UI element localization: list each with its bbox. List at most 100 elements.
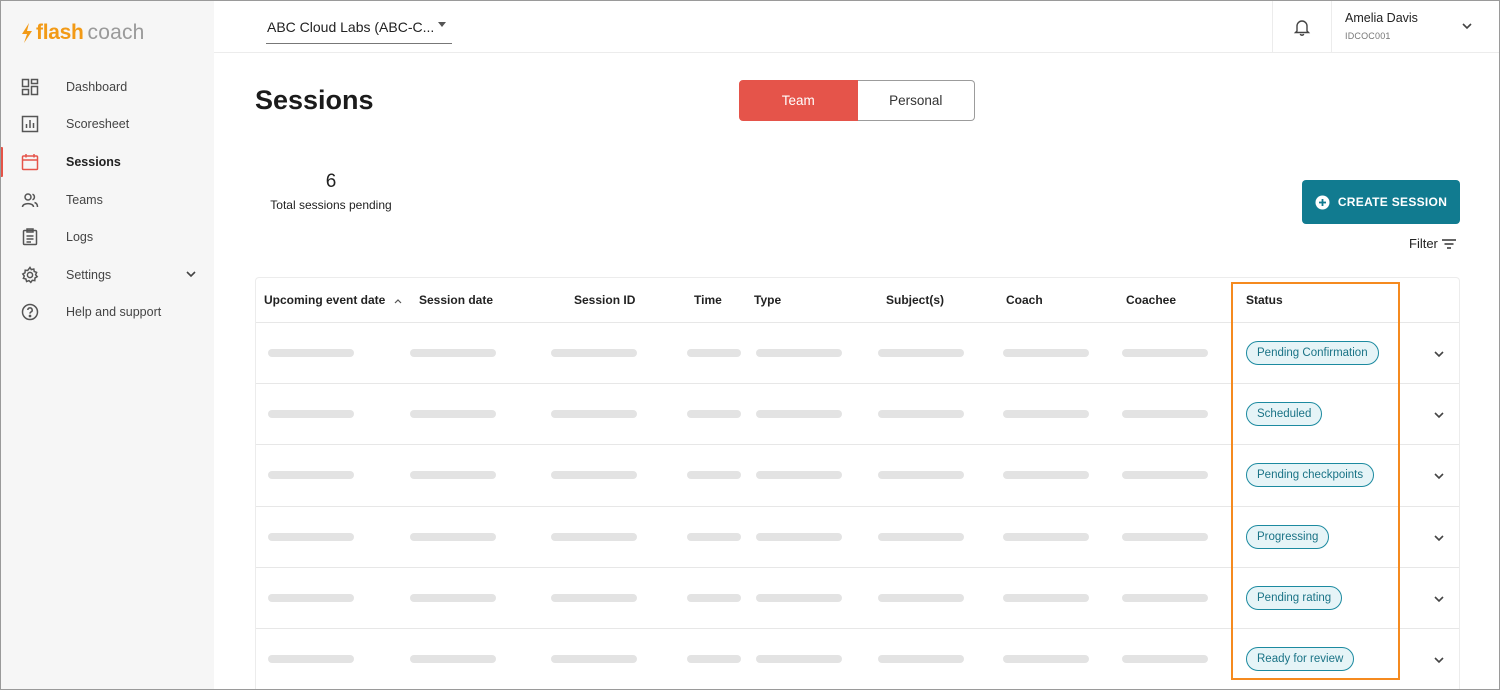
skeleton-placeholder [756,655,842,663]
logo: flash coach [20,20,145,46]
col-subjects[interactable]: Subject(s) [886,293,944,307]
skeleton-placeholder [878,593,964,602]
skeleton-placeholder [878,349,964,357]
create-session-label: CREATE SESSION [1337,195,1448,209]
tab-personal[interactable]: Personal [857,80,975,121]
filter-icon [1441,238,1456,249]
skeleton-placeholder [268,532,354,541]
bell-icon [1293,19,1311,36]
expand-row-chevron-icon[interactable] [1432,531,1446,545]
skeleton-placeholder [687,655,741,663]
skeleton-placeholder [687,593,741,602]
skeleton-placeholder [268,593,354,602]
sidebar-item-teams[interactable]: Teams [0,181,214,219]
skeleton-placeholder [410,532,496,541]
sidebar-item-label: Help and support [66,305,162,320]
chevron-down-icon[interactable] [184,267,198,281]
create-session-button[interactable]: CREATE SESSION [1302,180,1460,224]
sidebar-item-logs[interactable]: Logs [0,218,214,256]
help-icon [20,302,40,322]
user-info[interactable]: Amelia Davis IDCOC001 [1345,11,1455,41]
skeleton-placeholder [410,349,496,357]
col-coach[interactable]: Coach [1006,293,1043,307]
skeleton-placeholder [1122,410,1208,419]
skeleton-placeholder [1003,410,1089,419]
org-select-value: ABC Cloud Labs (ABC-C... [267,19,435,35]
sidebar-item-label: Teams [66,192,103,207]
skeleton-placeholder [551,410,637,419]
plus-circle-icon [1315,195,1330,209]
skeleton-placeholder [1003,471,1089,480]
col-upcoming-event-date[interactable]: Upcoming event date [264,293,402,307]
pending-summary: 6 Total sessions pending [262,171,400,212]
sidebar-item-label: Scoresheet [66,117,130,132]
dashboard-icon [20,77,40,97]
skeleton-placeholder [410,471,496,480]
col-type[interactable]: Type [754,293,781,307]
team-personal-toggle: Team Personal [739,80,975,121]
sidebar: flash coach Dashboard Scoresheet Session… [0,0,214,690]
skeleton-placeholder [410,593,496,602]
sidebar-item-settings[interactable]: Settings [0,256,214,294]
sidebar-item-scoresheet[interactable]: Scoresheet [0,106,214,144]
sidebar-item-dashboard[interactable]: Dashboard [0,68,214,106]
skeleton-placeholder [878,532,964,541]
skeleton-placeholder [1003,349,1089,357]
col-session-date[interactable]: Session date [419,293,493,307]
skeleton-placeholder [551,532,637,541]
col-time[interactable]: Time [694,293,722,307]
expand-row-chevron-icon[interactable] [1432,347,1446,361]
org-select[interactable]: ABC Cloud Labs (ABC-C... [266,16,452,44]
col-coachee[interactable]: Coachee [1126,293,1176,307]
skeleton-placeholder [756,593,842,602]
gear-icon [20,265,40,285]
expand-row-chevron-icon[interactable] [1432,592,1446,606]
expand-row-chevron-icon[interactable] [1432,408,1446,422]
sidebar-item-label: Settings [66,267,112,282]
skeleton-placeholder [687,532,741,541]
skeleton-placeholder [1003,655,1089,663]
skeleton-placeholder [1122,532,1208,541]
skeleton-placeholder [1122,471,1208,480]
skeleton-placeholder [551,349,637,357]
pending-label: Total sessions pending [270,198,392,212]
skeleton-placeholder [687,349,741,357]
skeleton-placeholder [878,471,964,480]
skeleton-placeholder [756,471,842,480]
skeleton-placeholder [1122,593,1208,602]
skeleton-placeholder [756,349,842,357]
skeleton-placeholder [1122,349,1208,357]
skeleton-placeholder [878,655,964,663]
skeleton-placeholder [687,471,741,480]
sidebar-item-label: Logs [66,230,94,245]
skeleton-placeholder [268,349,354,357]
filter-label: Filter [1409,236,1438,251]
clipboard-icon [20,227,40,247]
page-title: Sessions [255,85,374,115]
skeleton-placeholder [687,410,741,419]
user-menu-chevron-icon[interactable] [1460,19,1474,33]
skeleton-placeholder [878,410,964,419]
tab-team[interactable]: Team [739,80,858,121]
expand-row-chevron-icon[interactable] [1432,469,1446,483]
status-column-highlight [1231,282,1400,680]
skeleton-placeholder [1003,593,1089,602]
people-icon [20,190,40,210]
bolt-icon [22,23,32,43]
notifications-button[interactable] [1272,0,1332,53]
user-id: IDCOC001 [1345,31,1391,41]
expand-row-chevron-icon[interactable] [1432,653,1446,667]
skeleton-placeholder [268,655,354,663]
sidebar-item-label: Dashboard [66,79,128,94]
caret-down-icon [438,22,446,27]
sidebar-item-sessions[interactable]: Sessions [0,143,214,181]
sidebar-item-help[interactable]: Help and support [0,294,214,332]
skeleton-placeholder [551,593,637,602]
skeleton-placeholder [1122,655,1208,663]
logo-flash: flash [36,21,84,44]
col-session-id[interactable]: Session ID [574,293,635,307]
filter-button[interactable]: Filter [1409,236,1457,251]
chart-icon [20,114,40,134]
calendar-icon [20,152,40,172]
skeleton-placeholder [410,655,496,663]
